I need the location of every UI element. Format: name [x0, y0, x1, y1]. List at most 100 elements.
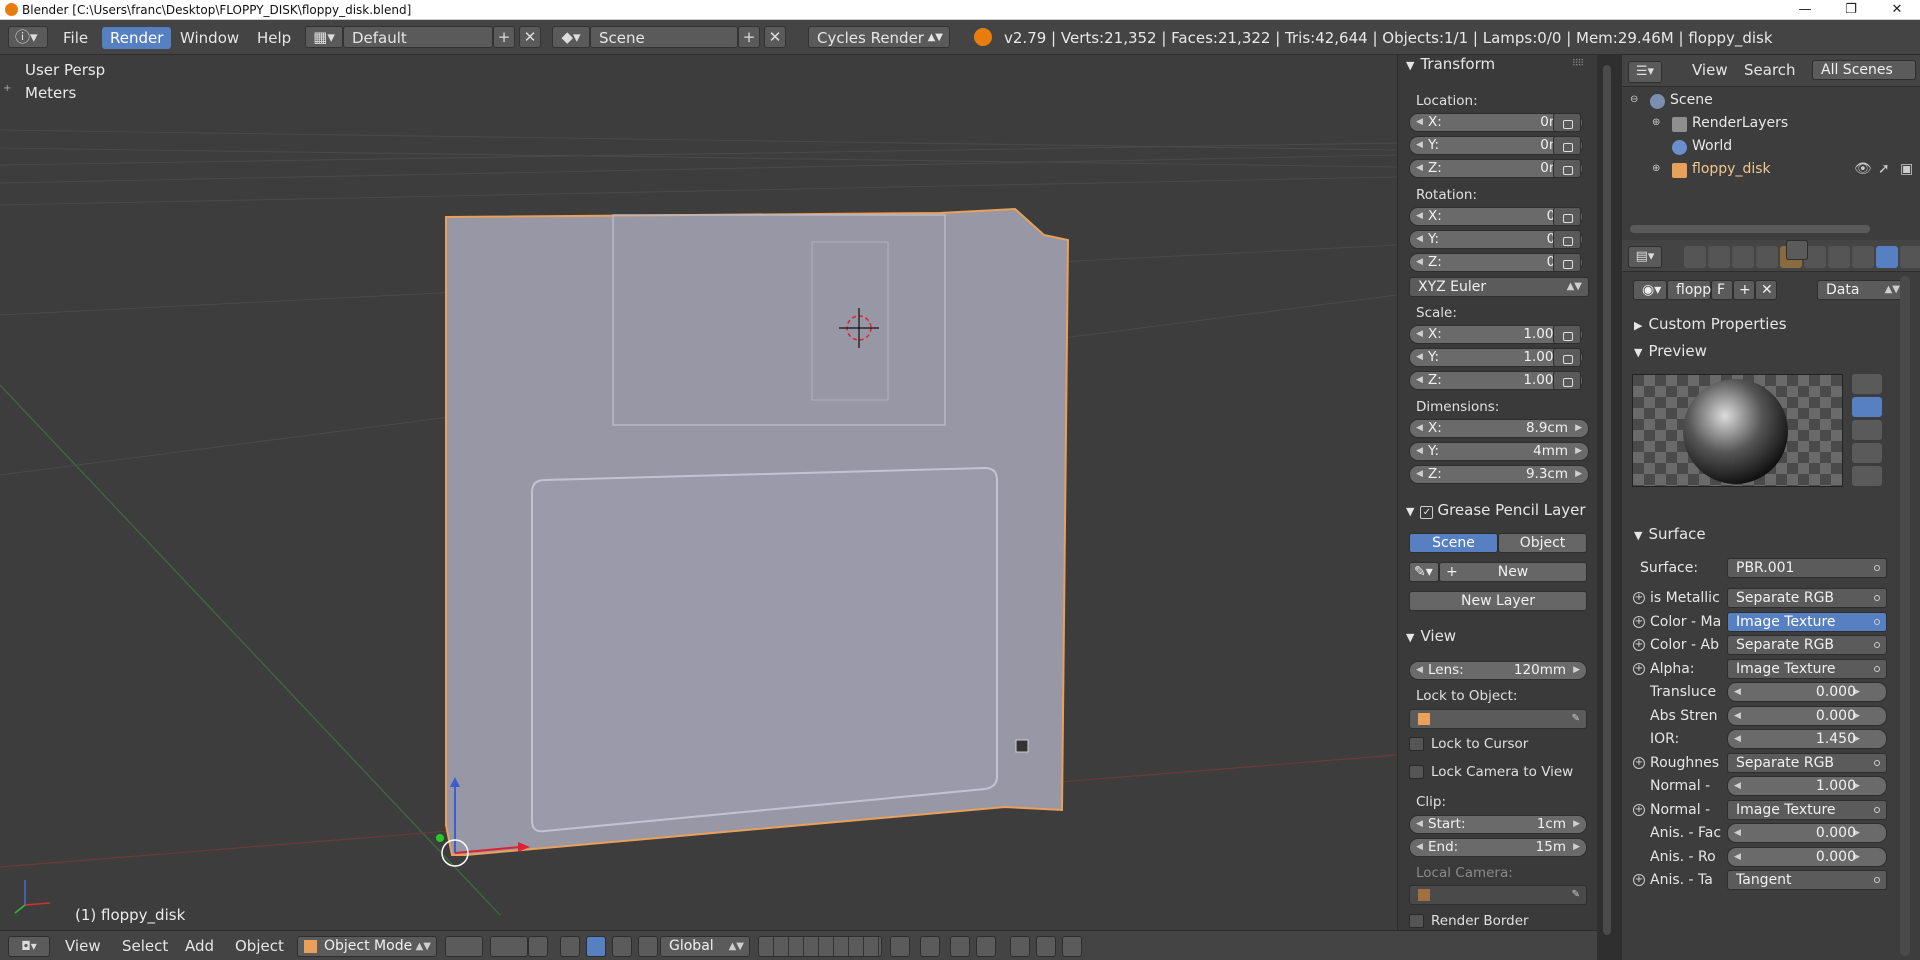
layer-buttons[interactable] [758, 936, 882, 957]
transform-header[interactable]: ▼ Transform [1406, 55, 1495, 75]
new-grease-button[interactable]: + New [1439, 562, 1587, 582]
dimensions-z-field[interactable]: ◀ Z: 9.3cm ▶ [1409, 465, 1589, 484]
surface-input-link[interactable]: Tangent [1727, 870, 1887, 890]
render-engine-dropdown[interactable]: Cycles Render ▲▼ [808, 26, 950, 48]
render-border-checkbox[interactable] [1409, 914, 1424, 928]
outliner-item-floppy-disk[interactable]: floppy_disk [1692, 161, 1771, 177]
checkbox-checked-icon[interactable]: ✓ [1420, 506, 1434, 519]
maximize-button[interactable]: ❐ [1828, 0, 1874, 20]
visibility-eye-icon[interactable]: 👁 [1854, 161, 1872, 177]
texture-tab-icon[interactable] [1900, 246, 1920, 268]
scene-tab-icon[interactable] [1732, 246, 1754, 268]
socket-expand-icon[interactable]: + [1633, 874, 1645, 886]
unlink-material-button[interactable]: ✕ [1755, 280, 1777, 300]
preview-hair-icon[interactable] [1852, 466, 1882, 486]
menu-window[interactable]: Window [172, 27, 247, 49]
scene-field[interactable]: Scene [590, 26, 738, 48]
surface-shader-field[interactable]: PBR.001 [1727, 558, 1887, 578]
proportional-editing-icon[interactable] [920, 936, 940, 957]
scale-manipulator-icon[interactable] [612, 936, 632, 957]
menu-help[interactable]: Help [249, 27, 299, 49]
decrement-arrow-icon[interactable]: ◀ [1734, 848, 1741, 866]
dimensions-x-field[interactable]: ◀ X: 8.9cm ▶ [1409, 419, 1589, 438]
surface-input-number[interactable]: ◀ ▶ 1.450 [1727, 729, 1887, 749]
pencil-icon[interactable]: ✎▾ [1409, 562, 1439, 582]
surface-input-link[interactable]: Separate RGB [1727, 753, 1887, 773]
remove-screen-button[interactable]: ✕ [519, 26, 541, 48]
expand-icon[interactable]: ⊕ [1652, 163, 1660, 174]
surface-input-number[interactable]: ◀ ▶ 1.000 [1727, 776, 1887, 796]
local-camera-field[interactable]: ✎ [1409, 885, 1587, 905]
expand-icon[interactable]: ⊖ [1630, 94, 1638, 105]
lock-location-y-icon[interactable] [1553, 136, 1581, 155]
grease-scene-button[interactable]: Scene [1409, 533, 1498, 553]
preview-sphere-icon[interactable] [1852, 397, 1882, 417]
opengl-render-icon[interactable] [1010, 936, 1030, 957]
grease-object-button[interactable]: Object [1498, 533, 1587, 553]
outliner-item-world[interactable]: World [1692, 138, 1732, 154]
surface-input-link[interactable]: Image Texture [1727, 800, 1887, 820]
editor-type-icon[interactable]: ◘▾ [8, 936, 50, 957]
surface-input-number[interactable]: ◀ ▶ 0.000 [1727, 682, 1887, 702]
outliner-display-dropdown[interactable]: All Scenes [1812, 60, 1916, 80]
properties-scrollbar[interactable] [1900, 276, 1910, 956]
preview-monkey-icon[interactable] [1852, 443, 1882, 463]
outliner-item-renderlayers[interactable]: RenderLayers [1692, 115, 1788, 131]
socket-expand-icon[interactable]: + [1633, 592, 1645, 604]
surface-input-number[interactable]: ◀ ▶ 0.000 [1727, 823, 1887, 843]
new-layer-button[interactable]: New Layer [1409, 591, 1587, 611]
viewport-shading-icon[interactable] [445, 936, 483, 957]
material-name-field[interactable]: flopp [1667, 280, 1711, 300]
add-menu[interactable]: Add [185, 937, 214, 955]
lock-camera-checkbox[interactable] [1409, 765, 1424, 779]
preview-flat-icon[interactable] [1852, 374, 1882, 394]
rotation-mode-dropdown[interactable]: XYZ Euler ▲▼ [1409, 277, 1589, 297]
render-camera-icon[interactable]: ▣ [1900, 161, 1913, 177]
surface-header[interactable]: ▼ Surface [1634, 525, 1706, 545]
decrement-arrow-icon[interactable]: ◀ [1734, 683, 1741, 701]
clapboard-icon[interactable] [1062, 936, 1082, 957]
snap-element-icon[interactable] [976, 936, 996, 957]
screen-layout-field[interactable]: Default [343, 26, 493, 48]
material-tab-icon[interactable] [1876, 246, 1898, 268]
eyedropper-icon[interactable]: ✎ [1572, 710, 1580, 728]
surface-input-number[interactable]: ◀ ▶ 0.000 [1727, 706, 1887, 726]
outliner-menu-view[interactable]: View [1692, 61, 1728, 79]
outliner-scrollbar[interactable] [1630, 225, 1870, 233]
translate-manipulator-icon[interactable] [560, 936, 580, 957]
decrement-arrow-icon[interactable]: ◀ [1734, 824, 1741, 842]
material-browse-icon[interactable]: ◉▾ [1633, 280, 1667, 300]
minimize-button[interactable]: — [1782, 0, 1828, 20]
add-scene-button[interactable]: + [738, 26, 760, 48]
render-layers-tab-icon[interactable] [1708, 246, 1730, 268]
socket-link-button[interactable] [1786, 240, 1808, 260]
lock-rotation-x-icon[interactable] [1553, 207, 1581, 226]
scrollbar[interactable] [1603, 65, 1611, 935]
rotate-manipulator-icon[interactable] [586, 936, 606, 957]
mode-dropdown[interactable]: Object Mode ▲▼ [297, 936, 437, 957]
lock-scale-x-icon[interactable] [1553, 325, 1581, 344]
object-menu[interactable]: Object [235, 937, 284, 955]
surface-input-number[interactable]: ◀ ▶ 0.000 [1727, 847, 1887, 867]
socket-expand-icon[interactable]: + [1633, 757, 1645, 769]
lock-to-object-field[interactable]: ✎ [1409, 709, 1587, 729]
orientation-dropdown[interactable]: Global ▲▼ [660, 936, 750, 957]
new-material-button[interactable]: + [1733, 280, 1755, 300]
decrement-arrow-icon[interactable]: ◀ [1734, 777, 1741, 795]
screen-layout-icon[interactable]: ▦▾ [305, 26, 343, 48]
socket-expand-icon[interactable]: + [1633, 804, 1645, 816]
surface-input-link[interactable]: Separate RGB [1727, 588, 1887, 608]
dimensions-y-field[interactable]: ◀ Y: 4mm ▶ [1409, 442, 1589, 461]
outliner-item-scene[interactable]: Scene [1670, 92, 1713, 108]
opengl-animation-icon[interactable] [1036, 936, 1056, 957]
menu-file[interactable]: File [55, 27, 96, 49]
outliner-editor-icon[interactable]: ☰▾ [1628, 61, 1662, 83]
fake-user-button[interactable]: F [1711, 280, 1733, 300]
outliner-menu-search[interactable]: Search [1744, 61, 1796, 79]
render-tab-icon[interactable] [1684, 246, 1706, 268]
remove-scene-button[interactable]: ✕ [764, 26, 786, 48]
preview-cube-icon[interactable] [1852, 420, 1882, 440]
lock-scale-y-icon[interactable] [1553, 348, 1581, 367]
3d-viewport[interactable]: User Persp Meters (1) floppy_disk + [0, 55, 1397, 930]
decrement-arrow-icon[interactable]: ◀ [1734, 707, 1741, 725]
